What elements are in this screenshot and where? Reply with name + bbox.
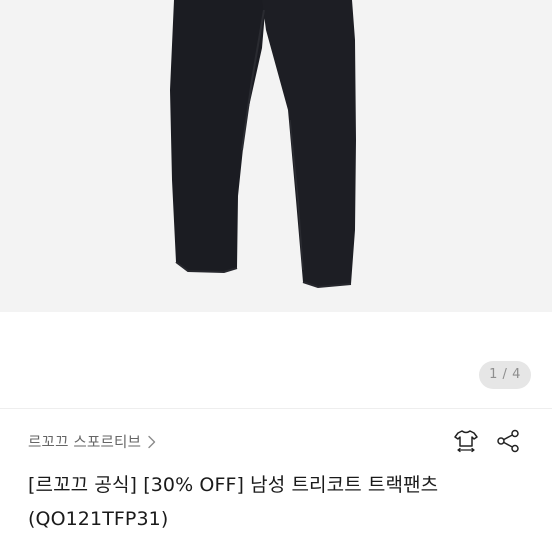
share-icon <box>495 428 521 458</box>
product-title-line-2: (QO121TFP31) <box>28 508 169 530</box>
product-title: [르꼬끄 공식] [30% OFF] 남성 트리코트 트랙팬츠 (QO121TF… <box>28 468 528 536</box>
product-photo[interactable] <box>0 0 552 312</box>
product-detail-page: 1 / 4 르꼬끄 스포르티브 [르꼬끄 공식] [30% OFF] 남성 트리… <box>0 0 552 552</box>
product-image-gallery[interactable]: 1 / 4 <box>0 0 552 408</box>
brand-name: 르꼬끄 스포르티브 <box>28 434 142 451</box>
brand-link[interactable]: 르꼬끄 스포르티브 <box>28 430 157 452</box>
chevron-right-icon <box>147 434 157 449</box>
product-title-line-1: [르꼬끄 공식] [30% OFF] 남성 트리코트 트랙팬츠 <box>28 474 439 496</box>
share-button[interactable] <box>494 429 522 457</box>
track-pants-image <box>170 0 356 289</box>
pants-left-leg <box>170 0 266 272</box>
size-guide-button[interactable] <box>452 429 480 457</box>
image-pager-indicator: 1 / 4 <box>479 361 531 389</box>
tshirt-size-icon <box>453 428 479 458</box>
product-actions <box>452 429 522 457</box>
section-divider <box>0 408 552 409</box>
pager-text: 1 / 4 <box>489 367 521 382</box>
pants-right-leg <box>262 0 356 287</box>
